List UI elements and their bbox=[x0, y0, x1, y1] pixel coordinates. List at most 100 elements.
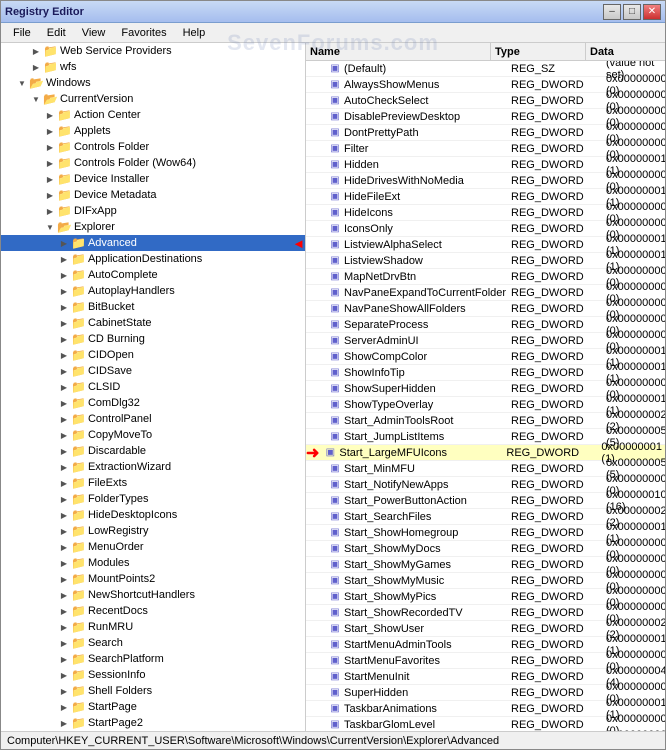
tree-item[interactable]: ▼ 📂 Explorer bbox=[1, 219, 305, 235]
tree-item[interactable]: ▶ 📁 NewShortcutHandlers bbox=[1, 587, 305, 603]
tree-expander[interactable]: ▶ bbox=[43, 203, 57, 219]
tree-expander[interactable]: ▼ bbox=[43, 219, 57, 235]
tree-item[interactable]: ▶ 📁 BitBucket bbox=[1, 299, 305, 315]
tree-item[interactable]: ▶ 📁 Web Service Providers bbox=[1, 43, 305, 59]
tree-item[interactable]: ▶ 📁 LowRegistry bbox=[1, 523, 305, 539]
tree-item[interactable]: ▶ 📁 RecentDocs bbox=[1, 603, 305, 619]
reg-entry-type: REG_DWORD bbox=[511, 303, 606, 315]
minimize-button[interactable]: – bbox=[603, 4, 621, 20]
tree-expander[interactable]: ▶ bbox=[57, 315, 71, 331]
tree-expander[interactable]: ▶ bbox=[43, 171, 57, 187]
tree-expander[interactable]: ▼ bbox=[15, 75, 29, 91]
tree-expander[interactable]: ▶ bbox=[57, 459, 71, 475]
tree-expander[interactable]: ▶ bbox=[57, 347, 71, 363]
tree-item[interactable]: ▶ 📁 HideDesktopIcons bbox=[1, 507, 305, 523]
tree-expander[interactable]: ▶ bbox=[57, 363, 71, 379]
tree-item[interactable]: ▶ 📁 SearchPlatform bbox=[1, 651, 305, 667]
tree-item[interactable]: ▶ 📁 Controls Folder (Wow64) bbox=[1, 155, 305, 171]
tree-expander[interactable]: ▶ bbox=[57, 619, 71, 635]
tree-expander[interactable]: ▶ bbox=[57, 699, 71, 715]
tree-item[interactable]: ▶ 📁 CD Burning bbox=[1, 331, 305, 347]
tree-panel[interactable]: ▶ 📁 Web Service Providers ▶ 📁 wfs ▼ 📂 Wi… bbox=[1, 43, 306, 731]
col-header-type[interactable]: Type bbox=[491, 43, 586, 61]
tree-item[interactable]: ▶ 📁 ComDlg32 bbox=[1, 395, 305, 411]
tree-expander[interactable]: ▶ bbox=[57, 283, 71, 299]
tree-expander[interactable]: ▶ bbox=[57, 683, 71, 699]
tree-item[interactable]: ▶ 📁 Search bbox=[1, 635, 305, 651]
tree-item[interactable]: ▶ 📁 ApplicationDestinations bbox=[1, 251, 305, 267]
tree-expander[interactable]: ▶ bbox=[29, 59, 43, 75]
tree-item[interactable]: ▼ 📂 CurrentVersion bbox=[1, 91, 305, 107]
tree-expander[interactable]: ▶ bbox=[43, 123, 57, 139]
tree-item[interactable]: ▶ 📁 Action Center bbox=[1, 107, 305, 123]
close-button[interactable]: ✕ bbox=[643, 4, 661, 20]
tree-expander[interactable]: ▼ bbox=[29, 91, 43, 107]
tree-item[interactable]: ▶ 📁 CabinetState bbox=[1, 315, 305, 331]
tree-expander[interactable]: ▶ bbox=[57, 571, 71, 587]
tree-expander[interactable]: ▶ bbox=[57, 555, 71, 571]
tree-expander[interactable]: ▶ bbox=[57, 443, 71, 459]
menu-help[interactable]: Help bbox=[175, 25, 214, 41]
tree-expander[interactable]: ▶ bbox=[57, 427, 71, 443]
tree-item[interactable]: ▶ 📁 StartPage2 bbox=[1, 715, 305, 731]
tree-item[interactable]: ▶ 📁 SessionInfo bbox=[1, 667, 305, 683]
tree-expander[interactable]: ▶ bbox=[57, 507, 71, 523]
tree-item[interactable]: ▶ 📁 AutoComplete bbox=[1, 267, 305, 283]
tree-item[interactable]: ▶ 📁 Shell Folders bbox=[1, 683, 305, 699]
tree-expander[interactable]: ▶ bbox=[57, 491, 71, 507]
tree-expander[interactable]: ▶ bbox=[57, 235, 71, 251]
menu-file[interactable]: File bbox=[5, 25, 39, 41]
tree-expander[interactable]: ▶ bbox=[57, 587, 71, 603]
tree-expander[interactable]: ▶ bbox=[57, 379, 71, 395]
tree-expander[interactable]: ▶ bbox=[57, 331, 71, 347]
tree-item[interactable]: ▶ 📁 CIDOpen bbox=[1, 347, 305, 363]
tree-item[interactable]: ▶ 📁 StartPage bbox=[1, 699, 305, 715]
tree-item[interactable]: ▼ 📂 Windows bbox=[1, 75, 305, 91]
tree-expander[interactable]: ▶ bbox=[57, 539, 71, 555]
tree-item[interactable]: ▶ 📁 FolderTypes bbox=[1, 491, 305, 507]
menu-edit[interactable]: Edit bbox=[39, 25, 74, 41]
tree-expander[interactable]: ▶ bbox=[57, 411, 71, 427]
tree-expander[interactable]: ▶ bbox=[57, 251, 71, 267]
tree-expander[interactable]: ▶ bbox=[43, 187, 57, 203]
col-header-data[interactable]: Data bbox=[586, 43, 665, 61]
tree-item[interactable]: ▶ 📁 CLSID bbox=[1, 379, 305, 395]
tree-item[interactable]: ▶ 📁 CIDSave bbox=[1, 363, 305, 379]
tree-expander[interactable]: ▶ bbox=[57, 395, 71, 411]
tree-item[interactable]: ▶ 📁 Controls Folder bbox=[1, 139, 305, 155]
col-header-name[interactable]: Name bbox=[306, 43, 491, 61]
tree-item[interactable]: ▶ 📁 FileExts bbox=[1, 475, 305, 491]
tree-item[interactable]: ▶ 📁 DIFxApp bbox=[1, 203, 305, 219]
tree-expander[interactable]: ▶ bbox=[57, 715, 71, 731]
tree-item[interactable]: ▶ 📁 ExtractionWizard bbox=[1, 459, 305, 475]
tree-expander[interactable]: ▶ bbox=[57, 651, 71, 667]
tree-item[interactable]: ▶ 📁 Device Metadata bbox=[1, 187, 305, 203]
tree-item[interactable]: ▶ 📁 ControlPanel bbox=[1, 411, 305, 427]
tree-expander[interactable]: ▶ bbox=[57, 299, 71, 315]
tree-expander[interactable]: ▶ bbox=[43, 139, 57, 155]
tree-item[interactable]: ▶ 📁 Discardable bbox=[1, 443, 305, 459]
tree-expander[interactable]: ▶ bbox=[57, 603, 71, 619]
tree-expander[interactable]: ▶ bbox=[43, 107, 57, 123]
tree-item[interactable]: ▶ 📁 Modules bbox=[1, 555, 305, 571]
tree-item[interactable]: ▶ 📁 RunMRU bbox=[1, 619, 305, 635]
tree-item[interactable]: ▶ 📁 Applets bbox=[1, 123, 305, 139]
registry-panel[interactable]: Name Type Data ▣ (Default) REG_SZ (value… bbox=[306, 43, 665, 731]
tree-expander[interactable]: ▶ bbox=[29, 43, 43, 59]
tree-item[interactable]: ▶ 📁 AutoplayHandlers bbox=[1, 283, 305, 299]
tree-item[interactable]: ▶ 📁 CopyMoveTo bbox=[1, 427, 305, 443]
tree-item[interactable]: ▶ 📁 wfs bbox=[1, 59, 305, 75]
tree-expander[interactable]: ▶ bbox=[57, 267, 71, 283]
tree-expander[interactable]: ▶ bbox=[57, 667, 71, 683]
tree-item[interactable]: ▶ 📁 Device Installer bbox=[1, 171, 305, 187]
tree-item[interactable]: ▶ 📁 MountPoints2 bbox=[1, 571, 305, 587]
tree-item[interactable]: ▶ 📁 MenuOrder bbox=[1, 539, 305, 555]
menu-view[interactable]: View bbox=[74, 25, 114, 41]
tree-item[interactable]: ▶ 📁 Advanced ◄ bbox=[1, 235, 305, 251]
tree-expander[interactable]: ▶ bbox=[57, 523, 71, 539]
tree-expander[interactable]: ▶ bbox=[57, 635, 71, 651]
tree-expander[interactable]: ▶ bbox=[43, 155, 57, 171]
tree-expander[interactable]: ▶ bbox=[57, 475, 71, 491]
maximize-button[interactable]: □ bbox=[623, 4, 641, 20]
menu-favorites[interactable]: Favorites bbox=[113, 25, 174, 41]
